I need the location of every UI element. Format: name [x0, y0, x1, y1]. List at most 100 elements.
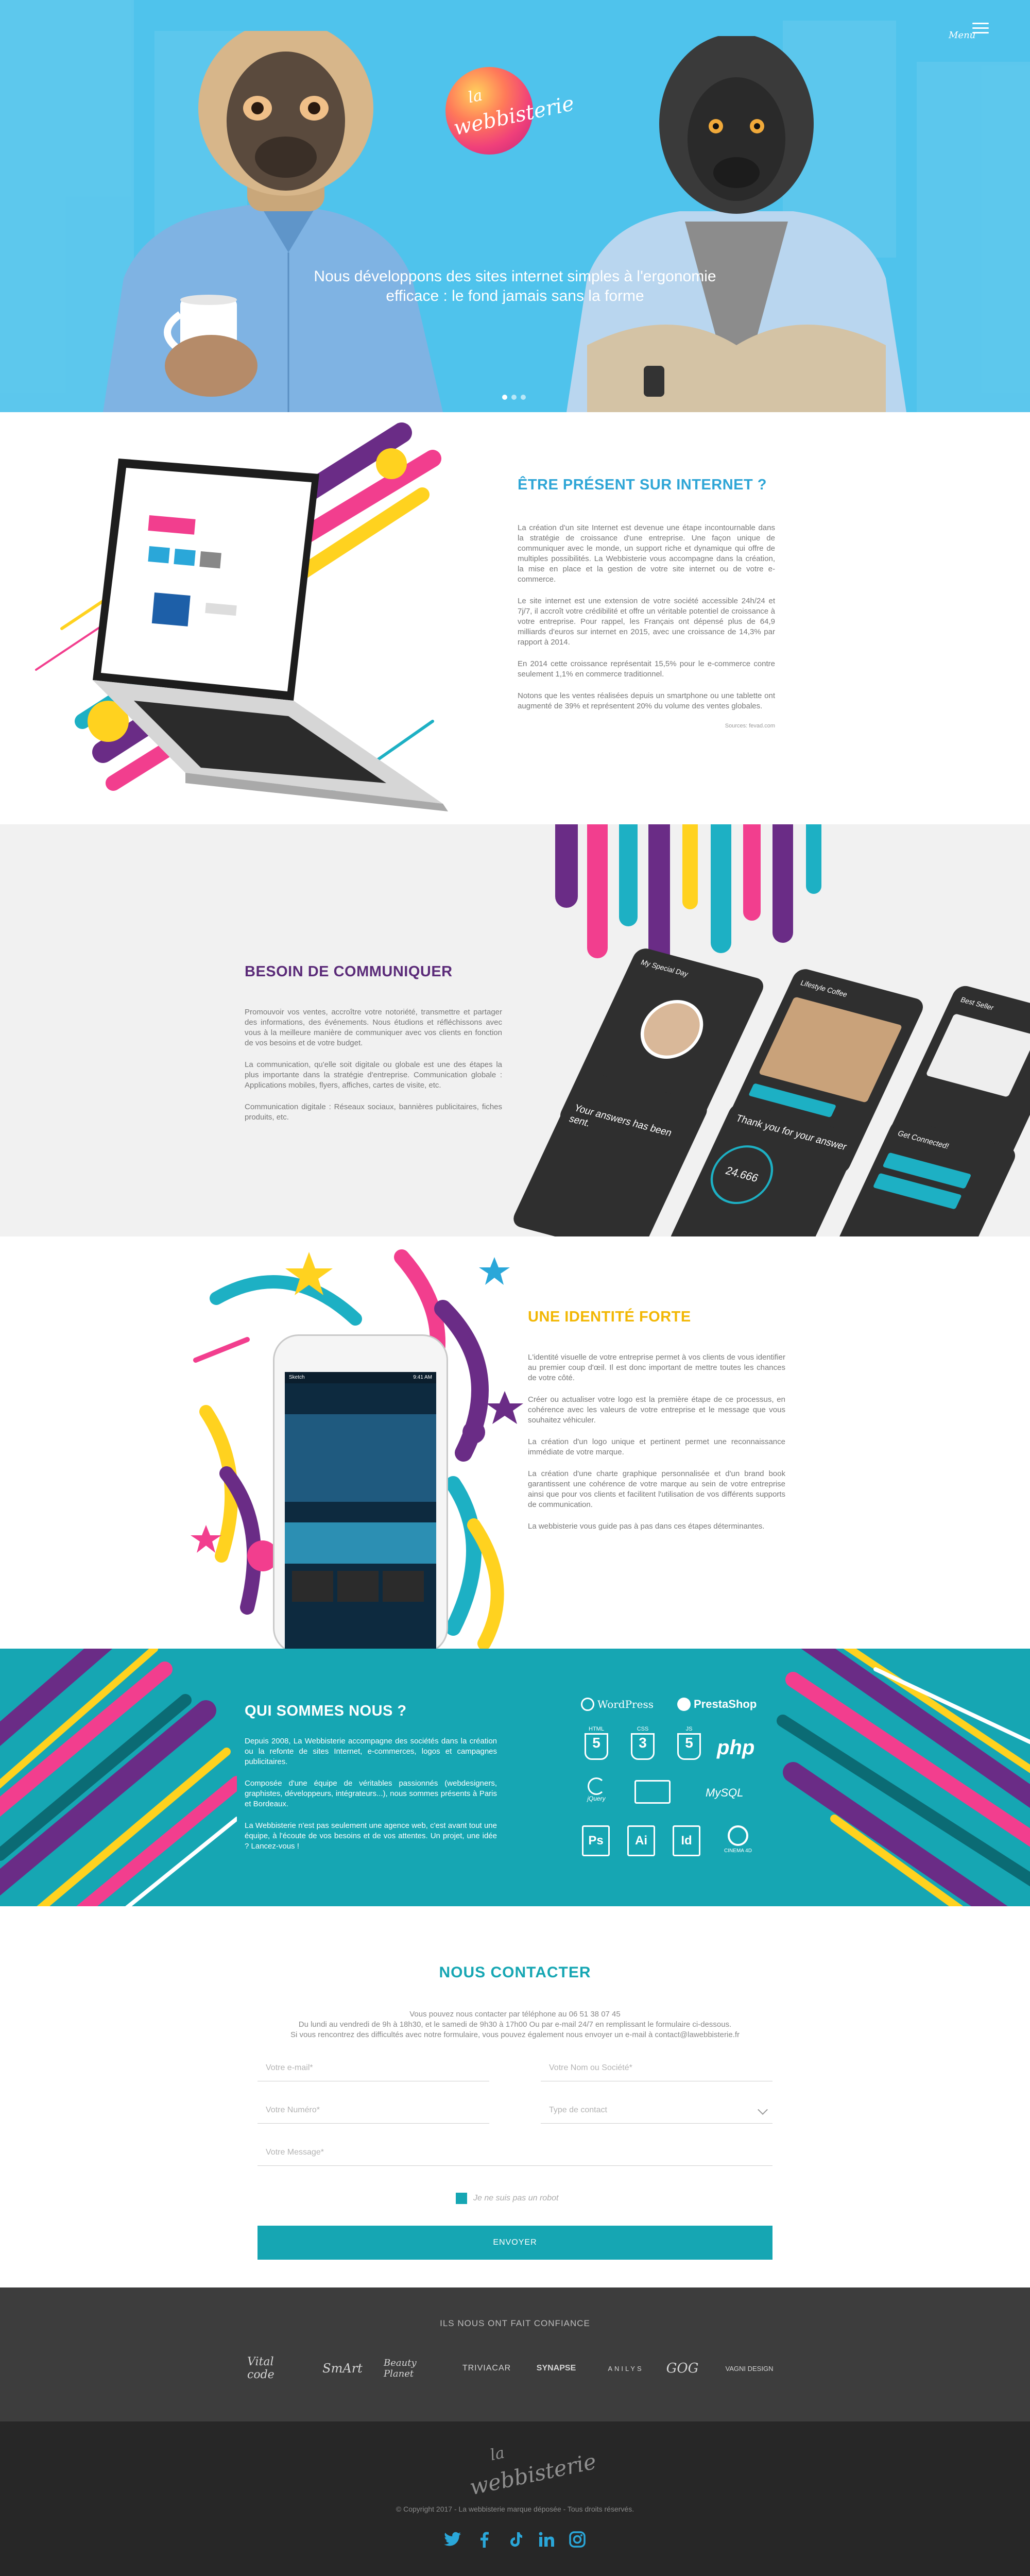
section-title: ÊTRE PRÉSENT SUR INTERNET ?	[518, 477, 767, 493]
email-field	[258, 2056, 489, 2081]
paragraph: La création d'un site Internet est deven…	[518, 523, 775, 584]
time-label: 9:41 AM	[413, 1375, 432, 1380]
phone-field	[258, 2098, 489, 2124]
hamburger-icon	[972, 23, 989, 37]
illustrator-logo: Ai	[627, 1825, 655, 1856]
site-footer: la webbisterie © Copyright 2017 - La web…	[0, 2421, 1030, 2576]
contact-type-value: Type de contact	[549, 2106, 607, 2114]
php-logo: php	[717, 1736, 755, 1759]
paragraph: En 2014 cette croissance représentait 15…	[518, 659, 775, 679]
paragraph: La communication, qu'elle soit digitale …	[245, 1060, 502, 1090]
social-links	[443, 2530, 587, 2549]
section-identity: Sketch 9:41 AM UNE IDENTITÉ FORTE L'iden…	[0, 1236, 1030, 1649]
slider-dot[interactable]	[511, 395, 517, 400]
section-title: QUI SOMMES NOUS ?	[245, 1703, 407, 1719]
partner-logo[interactable]: SYNAPSE	[528, 2350, 585, 2386]
section-internet-presence: ÊTRE PRÉSENT SUR INTERNET ? La création …	[0, 412, 1030, 824]
slider-dot[interactable]	[502, 395, 507, 400]
phone-mockup: Sketch 9:41 AM	[273, 1334, 448, 1649]
intro-line: Si vous rencontrez des difficultés avec …	[290, 2030, 740, 2039]
coffee-image	[758, 996, 903, 1103]
paragraph: Depuis 2008, La Webbisterie accompagne d…	[245, 1737, 497, 1766]
screen-message: Your answers has been sent.	[567, 1102, 674, 1139]
jquery-logo: jQuery	[581, 1777, 612, 1802]
brand-logo[interactable]: la webbisterie	[445, 67, 576, 155]
partners-section: ILS NOUS ONT FAIT CONFIANCE Vital code S…	[0, 2287, 1030, 2421]
intro-line: Vous pouvez nous contacter par téléphone…	[409, 2010, 621, 2019]
section-communication: BESOIN DE COMMUNIQUER Promouvoir vos ven…	[0, 824, 1030, 1236]
partner-logo[interactable]: TRIVIACAR	[456, 2350, 518, 2386]
logo-text-line2: webbisterie	[467, 2448, 599, 2500]
progress-ring: 24.666	[700, 1139, 784, 1211]
checkbox-square	[456, 2193, 467, 2204]
company-field	[541, 2056, 772, 2081]
instagram-icon[interactable]	[568, 2530, 587, 2549]
paragraph: Le site internet est une extension de vo…	[518, 597, 775, 647]
section-text: L'identité visuelle de votre entreprise …	[528, 1352, 785, 1543]
facebook-icon[interactable]	[474, 2530, 494, 2549]
underwater-image	[285, 1522, 436, 1564]
section-title: UNE IDENTITÉ FORTE	[528, 1309, 691, 1325]
partner-logo[interactable]: Vital code	[247, 2350, 304, 2386]
submit-button[interactable]: ENVOYER	[258, 2226, 772, 2260]
menu-button[interactable]: Menu	[946, 20, 992, 50]
menu-label: Menu	[949, 30, 976, 41]
partner-logo[interactable]: SmArt	[314, 2350, 371, 2386]
phone-status-bar: Sketch 9:41 AM	[285, 1372, 436, 1383]
product-row	[285, 1564, 436, 1609]
intro-line: Du lundi au vendredi de 9h à 18h30, et l…	[298, 2020, 732, 2029]
logo-text-line1: la	[466, 86, 484, 107]
paragraph: La webbisterie vous guide pas à pas dans…	[528, 1522, 765, 1531]
carrier-label: Sketch	[289, 1375, 305, 1380]
message-field	[258, 2140, 772, 2166]
linkedin-icon[interactable]	[537, 2530, 556, 2549]
phone-input[interactable]	[258, 2098, 489, 2123]
avatar	[630, 993, 714, 1065]
js-logo: JS 5	[674, 1726, 705, 1760]
message-input[interactable]	[258, 2140, 772, 2165]
tiktok-icon[interactable]	[505, 2530, 525, 2549]
html5-logo: HTML 5	[581, 1726, 612, 1760]
section-title: BESOIN DE COMMUNIQUER	[245, 963, 453, 980]
colorful-stripes-left-illustration	[0, 1649, 237, 1906]
wordpress-logo: WordPress	[581, 1698, 654, 1711]
section-text: Depuis 2008, La Webbisterie accompagne d…	[245, 1736, 497, 1863]
screen-title: My Special Day	[639, 958, 690, 978]
prestashop-icon	[677, 1698, 691, 1711]
cinema4d-logo: CINEMA 4D	[720, 1825, 756, 1854]
partner-logo[interactable]: GOG	[657, 2350, 708, 2386]
partner-logo[interactable]: ANILYS	[597, 2350, 654, 2386]
paragraph: La création d'un logo unique et pertinen…	[528, 1437, 785, 1456]
footer-logo[interactable]: la webbisterie	[464, 2442, 598, 2500]
company-input[interactable]	[541, 2056, 772, 2080]
photoshop-logo: Ps	[582, 1825, 610, 1856]
partner-logo[interactable]: Beauty Planet	[384, 2350, 440, 2386]
partner-logo[interactable]: VAGNI DESIGN	[718, 2350, 780, 2386]
section-text: Promouvoir vos ventes, accroître votre n…	[245, 1007, 502, 1134]
paragraph: Composée d'une équipe de véritables pass…	[245, 1779, 497, 1808]
paragraph: La création d'une charte graphique perso…	[528, 1469, 785, 1509]
section-text: La création d'un site Internet est deven…	[518, 523, 775, 729]
browser-icon	[634, 1780, 671, 1804]
colorful-laptop-illustration	[35, 422, 448, 811]
prestashop-logo: PrestaShop	[677, 1698, 757, 1711]
contact-type-select[interactable]: Type de contact	[541, 2098, 772, 2124]
hero-banner: Menu la webbisterie Nous développons des…	[0, 0, 1030, 412]
logo-text-line1: la	[488, 2444, 506, 2465]
paragraph: La Webbisterie n'est pas seulement une a…	[245, 1821, 497, 1851]
technology-logos: WordPress PrestaShop HTML 5 CSS 3 JS 5 p…	[577, 1698, 803, 1873]
captcha-checkbox[interactable]: Je ne suis pas un robot	[456, 2193, 558, 2204]
cinema4d-icon	[728, 1825, 748, 1846]
captcha-label: Je ne suis pas un robot	[473, 2194, 559, 2202]
phone-screen: Sketch 9:41 AM	[285, 1372, 436, 1649]
contact-section: NOUS CONTACTER Vous pouvez nous contacte…	[0, 1906, 1030, 2287]
wordpress-icon	[581, 1698, 594, 1711]
email-input[interactable]	[258, 2056, 489, 2080]
twitter-icon[interactable]	[443, 2530, 462, 2549]
source-note: Sources: fevad.com	[725, 723, 775, 729]
paragraph: Promouvoir vos ventes, accroître votre n…	[245, 1008, 502, 1047]
hero-tagline: Nous développons des sites internet simp…	[314, 268, 716, 304]
slider-dot[interactable]	[521, 395, 526, 400]
copyright-text: © Copyright 2017 - La webbisterie marque…	[396, 2505, 634, 2513]
background-window	[917, 62, 1030, 412]
